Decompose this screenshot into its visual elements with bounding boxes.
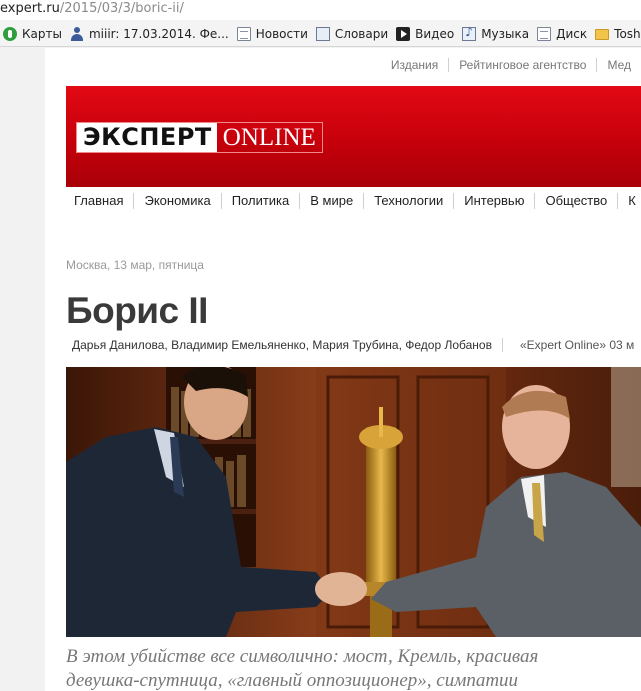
nav-item-interview[interactable]: Интервью xyxy=(453,193,534,209)
bookmark-label: Новости xyxy=(255,26,308,41)
page-icon xyxy=(236,26,251,41)
nav-item-more[interactable]: К xyxy=(617,193,641,209)
article-lead: В этом убийстве все символично: мост, Кр… xyxy=(66,645,641,691)
top-link-media[interactable]: Мед xyxy=(596,58,641,72)
article-lead-line: девушка-спутница, «главный оппозиционер»… xyxy=(66,670,519,691)
bookmark-news[interactable]: Новости xyxy=(234,23,312,45)
page-gutter xyxy=(0,48,45,691)
dictionary-icon xyxy=(315,26,330,41)
web-page: Издания Рейтинговое агентство Мед ЭКСПЕРТ … xyxy=(45,48,641,691)
bookmark-label: Карты xyxy=(22,26,62,41)
nav-item-economy[interactable]: Экономика xyxy=(133,193,220,209)
main-nav: Главная Экономика Политика В мире Технологии… xyxy=(66,193,641,213)
top-link-editions[interactable]: Издания xyxy=(381,58,448,72)
nav-item-home[interactable]: Главная xyxy=(66,193,133,209)
logo-sub-text: ONLINE xyxy=(222,124,316,151)
article-authors[interactable]: Дарья Данилова, Владимир Емельяненко, Ма… xyxy=(72,338,492,352)
nav-item-technology[interactable]: Технологии xyxy=(363,193,453,209)
bookmark-maps[interactable]: Карты xyxy=(0,23,66,45)
page-icon xyxy=(537,26,552,41)
bookmark-label: Toshib xyxy=(614,26,641,41)
folder-icon xyxy=(595,29,610,40)
bookmark-video[interactable]: Видео xyxy=(393,23,458,45)
bookmark-toshiba[interactable]: Toshib xyxy=(592,23,641,45)
article-title: Борис II xyxy=(66,290,208,331)
bookmarks-bar: Карты miiir: 17.03.2014. Фе... Новости С… xyxy=(0,21,641,47)
url-host: expert.ru xyxy=(0,1,60,16)
article-byline: Дарья Данилова, Владимир Емельяненко, Ма… xyxy=(72,338,635,352)
bookmark-dictionaries[interactable]: Словари xyxy=(313,23,392,45)
music-icon xyxy=(462,25,477,41)
bookmark-label: Видео xyxy=(415,26,455,41)
bookmark-label: miiir: 17.03.2014. Фе... xyxy=(88,26,229,41)
nav-item-world[interactable]: В мире xyxy=(299,193,363,209)
nav-item-society[interactable]: Общество xyxy=(534,193,617,209)
logo-main-text: ЭКСПЕРТ xyxy=(77,123,217,152)
article-lead-line: В этом убийстве все символично: мост, Кр… xyxy=(66,646,539,667)
bookmark-label: Диск xyxy=(556,26,588,41)
article-dateline: Москва, 13 мар, пятница xyxy=(66,258,204,272)
user-icon xyxy=(70,26,84,41)
bookmark-music[interactable]: Музыка xyxy=(459,23,533,45)
bookmark-label: Словари xyxy=(334,26,389,41)
nav-item-politics[interactable]: Политика xyxy=(220,193,300,209)
site-logo[interactable]: ЭКСПЕРТ ONLINE xyxy=(76,122,323,153)
site-banner: ЭКСПЕРТ ONLINE xyxy=(66,86,641,187)
maps-icon xyxy=(3,26,17,41)
address-bar[interactable]: expert.ru/2015/03/3/boric-ii/ xyxy=(0,0,641,20)
top-link-rating-agency[interactable]: Рейтинговое агентство xyxy=(448,58,596,72)
bookmark-label: Музыка xyxy=(481,26,530,41)
video-icon xyxy=(396,26,411,41)
article-photo xyxy=(66,367,641,637)
article-source[interactable]: «Expert Online» 03 м xyxy=(501,338,635,352)
url-path: /2015/03/3/boric-ii/ xyxy=(59,1,184,16)
bookmark-miiir[interactable]: miiir: 17.03.2014. Фе... xyxy=(67,23,233,45)
top-links: Издания Рейтинговое агентство Мед xyxy=(45,58,641,72)
handshake-photo xyxy=(66,367,641,637)
bookmark-disk[interactable]: Диск xyxy=(534,23,591,45)
